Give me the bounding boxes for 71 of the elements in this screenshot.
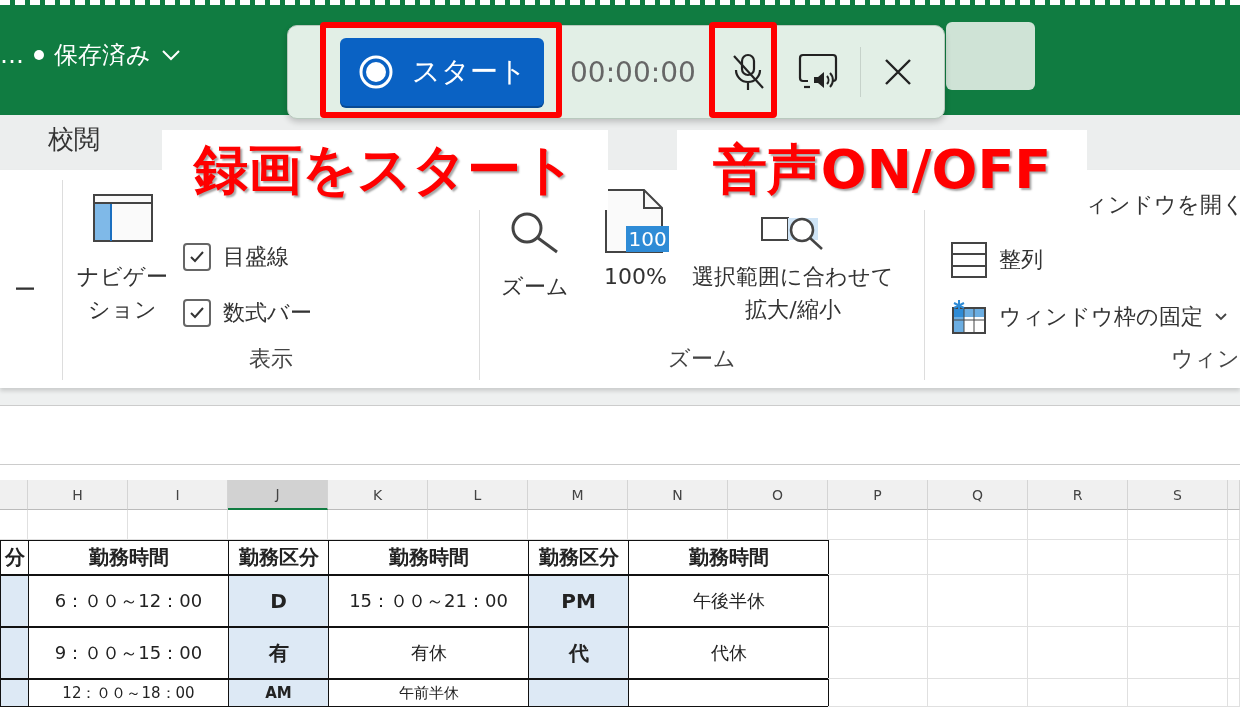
freeze-panes-icon (951, 300, 987, 334)
checkbox-label: 数式バー (222, 299, 312, 327)
column-header[interactable]: R (1028, 480, 1128, 510)
zoom-to-selection-button[interactable]: 選択範囲に合わせて 拡大/縮小 (680, 214, 906, 326)
table-cell: 12：００～18：00 (28, 679, 229, 707)
table-cell: 勤務区分 (228, 540, 329, 575)
arrange-button[interactable]: 整列 (951, 242, 1240, 278)
column-header (1228, 480, 1240, 510)
callout-label: 音声ON/OFF (677, 130, 1087, 210)
column-header[interactable]: M (528, 480, 628, 510)
column-header[interactable]: H (28, 480, 128, 510)
file-name: … (0, 41, 24, 69)
checkbox[interactable] (182, 299, 211, 327)
table-cell: 分 (0, 540, 29, 575)
checkbox-label: 目盛線 (222, 243, 289, 271)
column-header[interactable]: J (228, 480, 328, 510)
table-cell (0, 679, 29, 707)
arrange-icon (951, 242, 987, 278)
table-cell: 9：００～15：00 (28, 627, 229, 679)
table-cell: 15：００～21：00 (328, 575, 529, 627)
ribbon-label: ー (14, 276, 36, 304)
zoom-badge: 100 (626, 226, 669, 252)
dot-icon (34, 50, 44, 60)
group-label: ウィン (1170, 345, 1240, 373)
column-header[interactable]: L (428, 480, 528, 510)
table-cell: PM (528, 575, 629, 627)
column-header[interactable]: K (328, 480, 428, 510)
table-cell: 勤務区分 (528, 540, 629, 575)
grid-cell (1228, 627, 1240, 679)
table-cell: AM (228, 679, 329, 707)
group-label: 表示 (248, 345, 295, 373)
grid-cell (1228, 540, 1240, 575)
timer: 00:00:00 (570, 55, 696, 89)
column-header[interactable]: I (128, 480, 228, 510)
table-cell: 有休 (328, 627, 529, 679)
start-button[interactable]: スタート (340, 38, 544, 106)
checkbox[interactable] (182, 243, 211, 271)
zoom-button[interactable]: ズーム (480, 212, 591, 302)
table-cell: 勤務時間 (28, 540, 229, 575)
column-header[interactable]: S (1128, 480, 1228, 510)
open-window-button[interactable]: ィンドウを開く (1085, 190, 1240, 220)
table-cell: D (228, 575, 329, 627)
table-cell: 6：００～12：00 (28, 575, 229, 627)
column-header[interactable]: P (828, 480, 928, 510)
table-cell: 勤務時間 (328, 540, 529, 575)
ribbon-tab[interactable]: 校閲 (48, 121, 100, 164)
callout-label: 録画をスタート (162, 130, 608, 210)
table-cell: 勤務時間 (628, 540, 829, 575)
freeze-panes-button[interactable]: ウィンドウ枠の固定 (951, 300, 1240, 334)
column-header[interactable]: N (628, 480, 728, 510)
table-cell: 代 (528, 627, 629, 679)
chevron-icon[interactable] (161, 49, 181, 61)
table-cell (0, 627, 29, 679)
grid-cell (1228, 510, 1240, 540)
table-cell: 代休 (628, 627, 829, 679)
grid-cell (1228, 575, 1240, 627)
table-cell: 午後半休 (628, 575, 829, 627)
table-cell: 有 (228, 627, 329, 679)
group-label: ズーム (667, 345, 738, 373)
chevron-icon (1215, 313, 1227, 321)
table-cell: 午前半休 (328, 679, 529, 707)
record-icon (357, 54, 394, 90)
table-cell (0, 575, 29, 627)
grid-cell (1228, 679, 1240, 707)
check-icon (188, 306, 205, 320)
navigation-pane-icon (92, 194, 153, 242)
column-header[interactable]: O (728, 480, 828, 510)
save-status: 保存済み (54, 40, 151, 71)
check-icon (188, 250, 205, 264)
column-header[interactable]: Q (928, 480, 1028, 510)
column-header (0, 480, 28, 510)
